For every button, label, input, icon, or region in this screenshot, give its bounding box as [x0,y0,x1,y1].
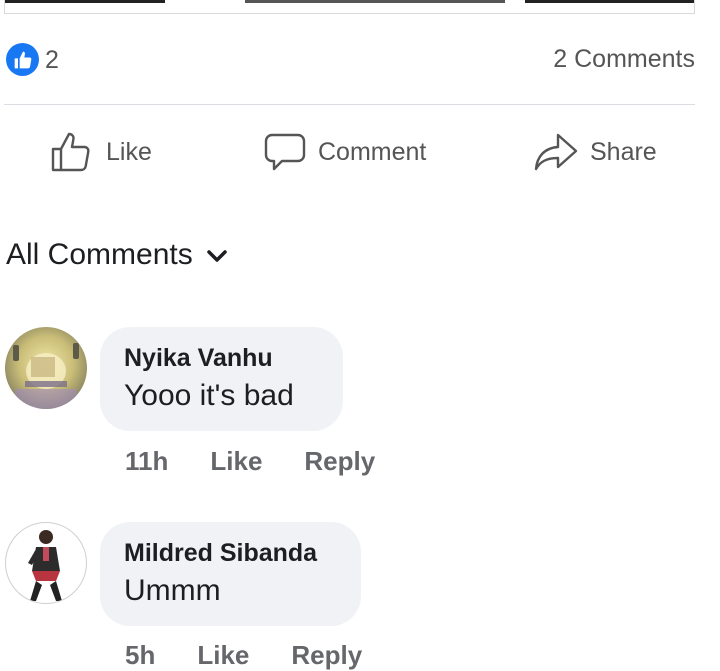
comment-reply-button[interactable]: Reply [291,640,362,671]
comment-reply-button[interactable]: Reply [304,446,375,477]
like-button-label: Like [106,137,152,166]
share-arrow-icon [534,133,578,171]
comment-time: 5h [125,640,156,670]
all-comments-filter[interactable]: All Comments [6,238,227,272]
comment-time: 11h [125,446,169,476]
comment-bubble: Mildred Sibanda Ummm [100,522,361,626]
reactions-summary: 2 2 Comments [4,40,695,80]
all-comments-label: All Comments [6,238,193,271]
comment-bubble: Nyika Vanhu Yooo it's bad [100,327,343,431]
share-button[interactable]: Share [534,128,657,176]
divider [4,104,695,105]
thumbs-up-icon[interactable] [6,43,39,76]
comment-author[interactable]: Mildred Sibanda [124,536,337,570]
avatar[interactable] [5,522,87,604]
share-button-label: Share [590,137,657,166]
comment-text: Ummm [124,574,221,607]
thumbs-up-outline-icon [51,132,90,172]
chevron-down-icon [206,250,227,262]
avatar[interactable] [5,327,87,409]
comment-actions: 11h Like Reply [125,446,417,477]
like-button[interactable]: Like [50,128,152,176]
post-image-edge [4,0,695,14]
comment-like-button[interactable]: Like [197,640,249,671]
comments-count-link[interactable]: 2 Comments [553,45,695,74]
comment-like-button[interactable]: Like [210,446,262,477]
comment-button-label: Comment [318,137,427,166]
comment-author[interactable]: Nyika Vanhu [124,341,319,375]
speech-bubble-icon [264,133,306,171]
comment-actions: 5h Like Reply [125,640,404,671]
comment-button[interactable]: Comment [264,128,426,176]
comment-text: Yooo it's bad [124,379,294,412]
reaction-count[interactable]: 2 [45,46,59,75]
